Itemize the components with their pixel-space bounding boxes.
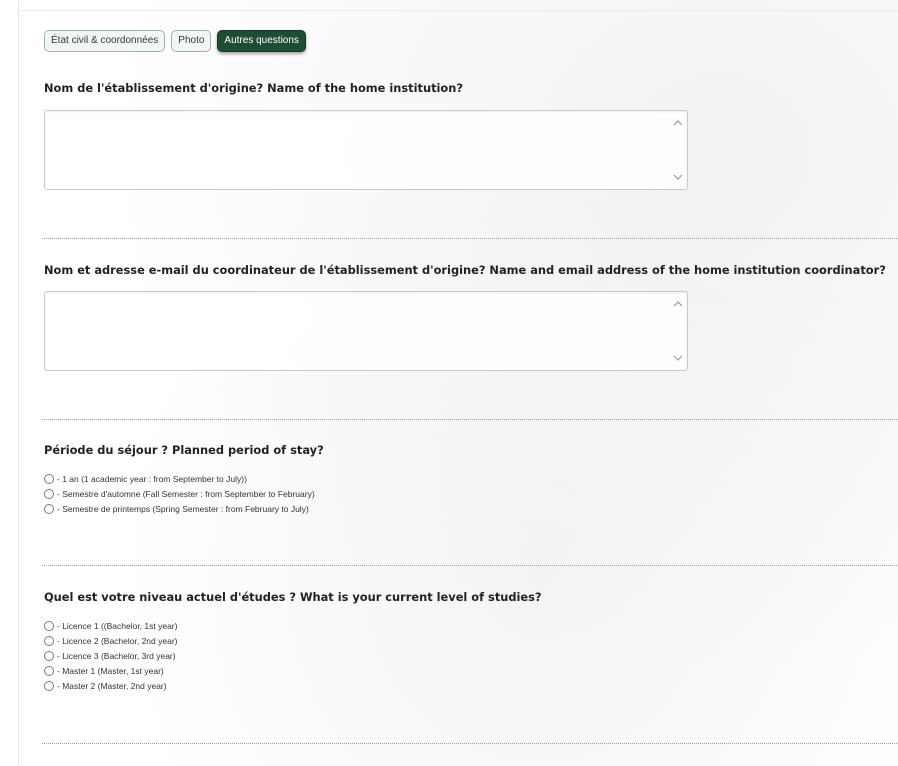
tab-photo[interactable]: Photo bbox=[171, 30, 212, 52]
question-period-label: Période du séjour ? Planned period of st… bbox=[44, 443, 324, 457]
scroll-up-icon[interactable] bbox=[673, 119, 683, 126]
question-coordinator-label: Nom et adresse e-mail du coordinateur de… bbox=[44, 263, 886, 277]
period-option-1-year[interactable]: - 1 an (1 academic year : from September… bbox=[44, 471, 315, 486]
radio-label: - Semestre de printemps (Spring Semester… bbox=[57, 503, 309, 514]
question-home-institution-label: Nom de l'établissement d'origine? Name o… bbox=[44, 81, 463, 95]
radio-label: - Licence 3 (Bachelor, 3rd year) bbox=[57, 650, 176, 661]
scroll-down-icon[interactable] bbox=[673, 355, 683, 362]
period-option-fall[interactable]: - Semestre d'automne (Fall Semester : fr… bbox=[44, 486, 315, 501]
radio-button[interactable] bbox=[44, 503, 54, 514]
level-option-licence-2[interactable]: - Licence 2 (Bachelor, 2nd year) bbox=[44, 633, 177, 648]
section-divider bbox=[42, 565, 898, 566]
period-options: - 1 an (1 academic year : from September… bbox=[44, 471, 315, 516]
left-border bbox=[18, 0, 19, 766]
top-border bbox=[18, 10, 898, 11]
radio-label: - Licence 2 (Bachelor, 2nd year) bbox=[57, 635, 178, 646]
period-option-spring[interactable]: - Semestre de printemps (Spring Semester… bbox=[44, 501, 315, 516]
tab-etat-civil[interactable]: État civil & coordonnées bbox=[44, 30, 166, 52]
level-options: - Licence 1 ((Bachelor, 1st year) - Lice… bbox=[44, 618, 177, 693]
radio-button[interactable] bbox=[44, 635, 54, 646]
radio-button[interactable] bbox=[44, 650, 54, 661]
textarea-scroll[interactable] bbox=[673, 119, 683, 181]
textarea-scroll[interactable] bbox=[673, 300, 683, 362]
form-tabs: État civil & coordonnées Photo Autres qu… bbox=[44, 30, 306, 52]
coordinator-textarea[interactable] bbox=[44, 291, 688, 371]
radio-button[interactable] bbox=[44, 473, 54, 484]
section-divider bbox=[42, 419, 898, 420]
radio-button[interactable] bbox=[44, 665, 54, 676]
scroll-down-icon[interactable] bbox=[673, 174, 683, 181]
radio-label: - 1 an (1 academic year : from September… bbox=[57, 473, 247, 484]
question-level-label: Quel est votre niveau actuel d'études ? … bbox=[44, 590, 542, 604]
level-option-master-1[interactable]: - Master 1 (Master, 1st year) bbox=[44, 663, 177, 678]
section-divider bbox=[42, 238, 898, 239]
scroll-up-icon[interactable] bbox=[673, 300, 683, 307]
radio-button[interactable] bbox=[44, 488, 54, 499]
form-page: État civil & coordonnées Photo Autres qu… bbox=[0, 0, 898, 766]
home-institution-textarea[interactable] bbox=[44, 110, 688, 190]
level-option-licence-1[interactable]: - Licence 1 ((Bachelor, 1st year) bbox=[44, 618, 177, 633]
level-option-master-2[interactable]: - Master 2 (Master, 2nd year) bbox=[44, 678, 177, 693]
radio-button[interactable] bbox=[44, 680, 54, 691]
radio-label: - Semestre d'automne (Fall Semester : fr… bbox=[57, 488, 315, 499]
section-divider bbox=[42, 743, 898, 744]
radio-label: - Master 2 (Master, 2nd year) bbox=[57, 680, 167, 691]
level-option-licence-3[interactable]: - Licence 3 (Bachelor, 3rd year) bbox=[44, 648, 177, 663]
radio-button[interactable] bbox=[44, 620, 54, 631]
radio-label: - Licence 1 ((Bachelor, 1st year) bbox=[57, 620, 178, 631]
radio-label: - Master 1 (Master, 1st year) bbox=[57, 665, 164, 676]
tab-autres-questions[interactable]: Autres questions bbox=[217, 30, 306, 52]
